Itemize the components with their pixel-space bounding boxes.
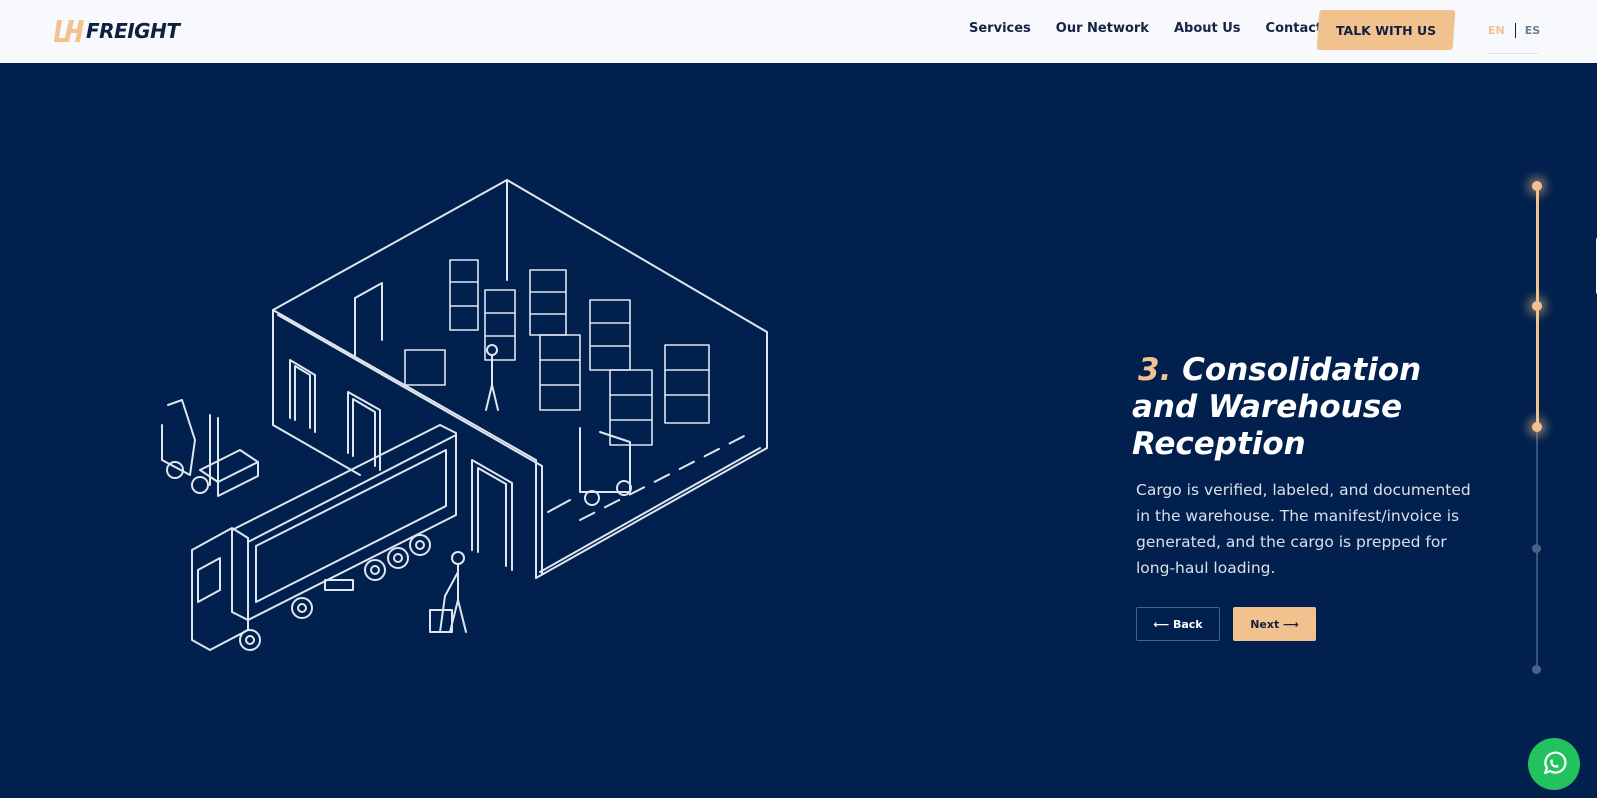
- lang-en[interactable]: EN: [1488, 24, 1505, 37]
- nav-about-us[interactable]: About Us: [1174, 21, 1241, 36]
- step-heading: Consolidation and Warehouse Reception: [1132, 352, 1422, 462]
- progress-step-3[interactable]: [1532, 422, 1542, 432]
- warehouse-illustration: [161, 179, 768, 651]
- talk-with-us-button[interactable]: TALK WITH US: [1316, 10, 1456, 50]
- lang-es[interactable]: ES: [1525, 24, 1540, 37]
- step-description: Cargo is verified, labeled, and document…: [1136, 481, 1471, 577]
- lang-underline: [1488, 53, 1538, 54]
- logo-text: FREIGHT: [86, 19, 180, 43]
- whatsapp-icon: [1543, 751, 1567, 775]
- step-title: 3. Consolidation and Warehouse Reception: [1132, 352, 1472, 463]
- nav-contact[interactable]: Contact: [1266, 21, 1323, 36]
- back-button[interactable]: ⟵ Back: [1136, 607, 1220, 641]
- language-switcher: EN ES: [1488, 22, 1540, 38]
- main-nav: Services Our Network About Us Contact: [969, 21, 1347, 36]
- lang-separator: [1514, 22, 1516, 38]
- site-header: FREIGHT Services Our Network About Us Co…: [0, 0, 1597, 63]
- whatsapp-button[interactable]: [1528, 738, 1580, 790]
- logo-mark-icon: [54, 20, 84, 42]
- progress-step-1[interactable]: [1532, 181, 1542, 191]
- nav-our-network[interactable]: Our Network: [1056, 21, 1149, 36]
- progress-step-4[interactable]: [1532, 544, 1541, 553]
- step-number: 3.: [1138, 352, 1172, 388]
- nav-services[interactable]: Services: [969, 21, 1031, 36]
- progress-step-2[interactable]: [1532, 301, 1542, 311]
- talk-with-us-label: TALK WITH US: [1335, 22, 1437, 38]
- logo[interactable]: FREIGHT: [52, 16, 180, 46]
- next-button[interactable]: Next ⟶: [1233, 607, 1316, 641]
- progress-step-5[interactable]: [1532, 665, 1541, 674]
